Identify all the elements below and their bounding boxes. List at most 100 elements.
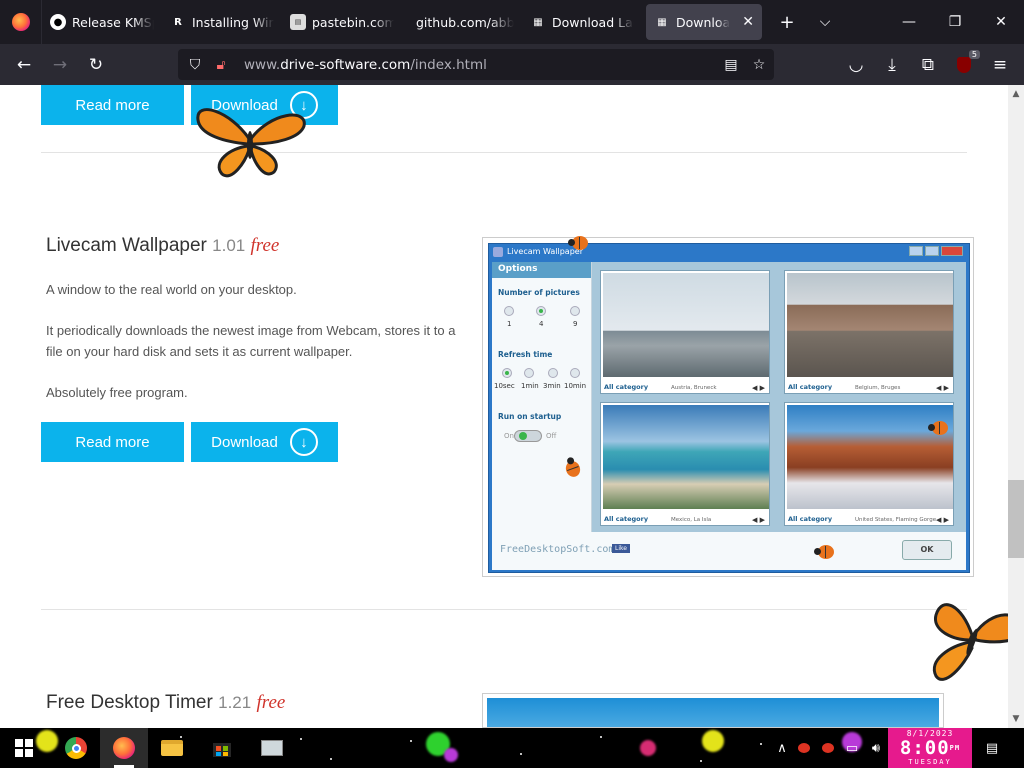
product-description-1: A window to the real world on your deskt… <box>46 282 297 297</box>
options-header: Options <box>492 262 591 278</box>
minimize-icon[interactable]: — <box>886 0 932 44</box>
firefox-menu-icon[interactable] <box>0 0 42 44</box>
ladybug-icon <box>814 545 834 559</box>
reader-view-icon[interactable]: ▤ <box>718 52 744 78</box>
ladybug-tray-icon[interactable] <box>792 728 816 768</box>
film-icon: ▦ <box>657 16 667 28</box>
button-label: Download <box>211 433 278 451</box>
firefox-icon[interactable] <box>100 728 148 768</box>
tab-github-abbodi[interactable]: github.com/abbodi1406 <box>402 4 522 40</box>
product-title: Free Desktop Timer 1.21 free <box>46 692 286 713</box>
product-screenshot[interactable]: Livecam Wallpaper Options Number of pict… <box>482 237 974 577</box>
close-window-icon[interactable]: ✕ <box>978 0 1024 44</box>
window-footer: FreeDesktopSoft.com Like OK <box>492 532 966 570</box>
downloads-icon[interactable]: ⤓ <box>874 49 910 81</box>
webcam-tile: All category Mexico, La Isla ◀ ▶ <box>600 402 770 526</box>
app-window-icon[interactable] <box>248 728 296 768</box>
microsoft-store-icon[interactable] <box>198 728 246 768</box>
address-bar[interactable]: ⛉ 🔓︎ www.drive-software.com/index.html ▤… <box>178 49 774 80</box>
navigation-bar: ← → ↻ ⛉ 🔓︎ www.drive-software.com/index.… <box>0 44 1024 85</box>
r-icon: R <box>174 16 182 28</box>
button-label: Read more <box>75 433 150 451</box>
ok-button: OK <box>902 540 952 560</box>
startup-toggle <box>514 430 542 442</box>
url-text[interactable]: www.drive-software.com/index.html <box>244 57 487 73</box>
network-icon[interactable]: ▭ <box>840 728 864 768</box>
next-product-screenshot[interactable] <box>482 693 944 728</box>
tab-download-all[interactable]: ▦ Download All ✕ <box>646 4 762 40</box>
scroll-up-icon[interactable]: ▲ <box>1008 86 1024 102</box>
read-more-button[interactable]: Read more <box>41 422 184 462</box>
app-icon <box>493 247 503 257</box>
pocket-icon[interactable]: ◡ <box>838 49 874 81</box>
start-windows-icon[interactable] <box>0 728 48 768</box>
tab-installing-windows[interactable]: R Installing Windows <box>162 4 282 40</box>
github-icon: ● <box>50 14 66 30</box>
tab-title: Download Ladybug <box>552 14 634 30</box>
clock-time: 8:00PM <box>899 737 961 759</box>
forward-icon[interactable]: → <box>42 49 78 81</box>
webcam-tile: All category Belgium, Bruges ◀ ▶ <box>784 270 954 394</box>
scrollbar-thumb[interactable] <box>1008 480 1024 558</box>
show-hidden-icons-chevron-icon[interactable]: ∧ <box>770 728 794 768</box>
brand-text: FreeDesktopSoft.com <box>500 544 615 555</box>
tab-download-ladybug[interactable]: ▦ Download Ladybug <box>522 4 642 40</box>
download-button[interactable]: Download ↓ <box>191 422 338 462</box>
chrome-icon[interactable] <box>52 728 100 768</box>
lock-icon[interactable]: 🔓︎ <box>208 52 234 78</box>
file-explorer-icon[interactable] <box>148 728 196 768</box>
tab-list-chevron-icon[interactable]: ⌵ <box>806 0 844 44</box>
notifications-icon[interactable]: ▤ <box>980 728 1004 768</box>
clock-widget[interactable]: 8/1/2023 8:00PM TUESDAY <box>888 728 972 768</box>
download-arrow-icon: ↓ <box>289 428 318 456</box>
startup-label: Run on startup <box>498 412 562 421</box>
options-panel: Options Number of pictures 1 4 9 Refresh… <box>492 262 592 532</box>
ladybug-tray-icon[interactable] <box>816 728 840 768</box>
tab-strip: ● Release KMSpico R Installing Windows ▤… <box>0 0 1024 44</box>
menu-icon[interactable]: ≡ <box>982 49 1018 81</box>
close-tab-icon[interactable]: ✕ <box>738 14 754 30</box>
shield-icon[interactable]: ⛉ <box>182 52 208 78</box>
bookmark-star-icon[interactable]: ☆ <box>746 52 772 78</box>
page-scrollbar[interactable] <box>1008 85 1024 728</box>
product-title: Livecam Wallpaper 1.01 free <box>46 235 280 256</box>
web-page: Read more Download ↓ Livecam Wallpaper 1… <box>0 85 1008 728</box>
tab-title: Release KMSpico <box>72 14 154 30</box>
tab-title: Download All <box>676 14 730 30</box>
num-pictures-label: Number of pictures <box>498 288 580 297</box>
back-icon[interactable]: ← <box>6 49 42 81</box>
tab-title: Installing Windows <box>192 14 274 30</box>
window-titlebar: Livecam Wallpaper <box>489 244 969 260</box>
ladybug-icon <box>928 421 948 435</box>
tab-release-kmspico[interactable]: ● Release KMSpico <box>42 4 162 40</box>
tab-pastebin[interactable]: ▤ pastebin.com/ <box>282 4 402 40</box>
ublock-icon[interactable]: 5 <box>946 49 982 81</box>
scroll-down-icon[interactable]: ▼ <box>1008 711 1024 727</box>
new-tab-icon[interactable]: + <box>768 0 806 44</box>
button-label: Read more <box>75 96 150 114</box>
butterfly-icon <box>932 603 1008 681</box>
webcam-tile: All category United States, Flaming Gorge… <box>784 402 954 526</box>
livecam-window: Livecam Wallpaper Options Number of pict… <box>488 243 970 573</box>
reload-icon[interactable]: ↻ <box>78 49 114 81</box>
divider <box>41 152 967 153</box>
product-description-3: Absolutely free program. <box>46 385 188 400</box>
pastebin-icon: ▤ <box>290 14 306 30</box>
volume-icon[interactable]: 🔊︎ <box>864 728 888 768</box>
extension-badge: 5 <box>968 49 980 59</box>
divider <box>41 609 967 610</box>
tab-title: github.com/abbodi1406 <box>416 14 514 30</box>
webcam-grid: All category Austria, Bruneck ◀ ▶ All cate… <box>592 262 966 532</box>
ladybug-icon <box>568 236 588 250</box>
taskbar: ∧ ▭ 🔊︎ 8/1/2023 8:00PM TUESDAY ▤ <box>0 728 1024 768</box>
film-icon: ▦ <box>533 16 543 28</box>
clock-day: TUESDAY <box>908 758 952 766</box>
restore-icon[interactable]: ❐ <box>932 0 978 44</box>
refresh-label: Refresh time <box>498 350 553 359</box>
butterfly-icon <box>196 108 306 178</box>
extensions-icon[interactable]: ⧉ <box>910 49 946 81</box>
read-more-button[interactable]: Read more <box>41 85 184 125</box>
product-description-2: It periodically downloads the newest ima… <box>46 323 456 359</box>
facebook-like: Like <box>612 544 630 553</box>
tab-title: pastebin.com/ <box>312 14 394 30</box>
